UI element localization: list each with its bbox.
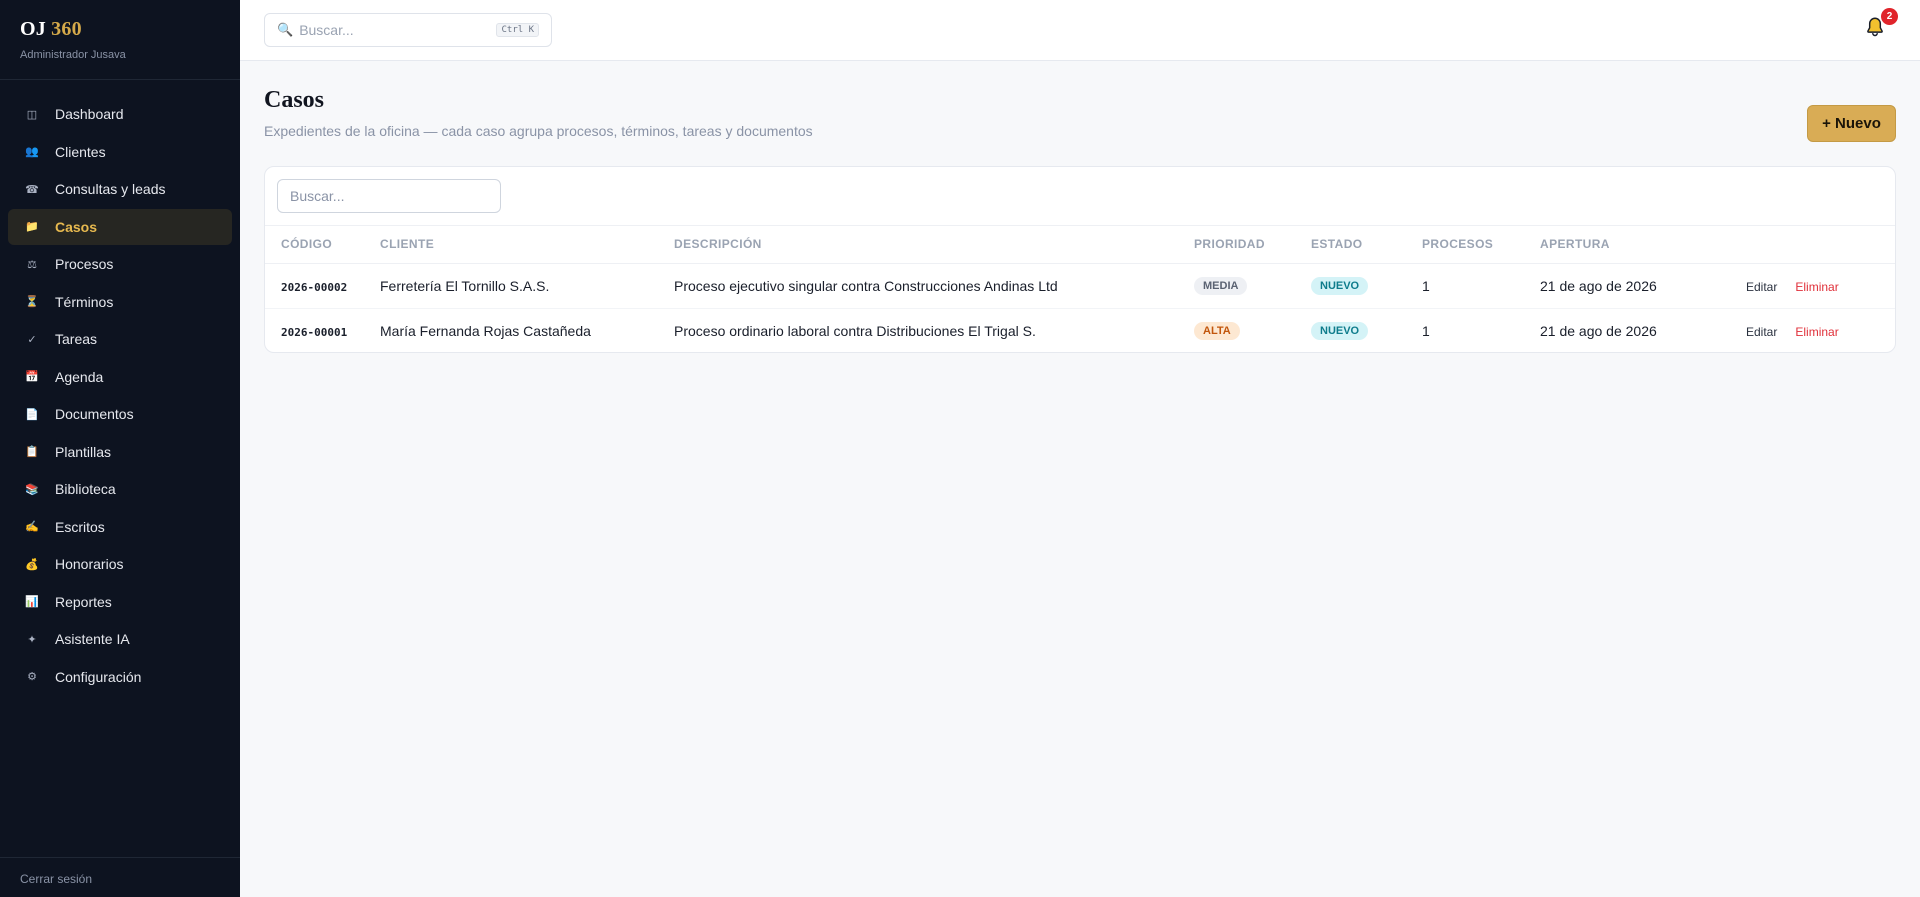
cases-table: CÓDIGO CLIENTE DESCRIPCIÓN PRIORIDAD EST… [265,226,1895,352]
table-header-row: CÓDIGO CLIENTE DESCRIPCIÓN PRIORIDAD EST… [265,226,1895,264]
global-search-input[interactable]: 🔍 Buscar... Ctrl K [264,13,552,47]
table-row[interactable]: 2026-00002 Ferretería El Tornillo S.A.S.… [265,263,1895,308]
dashboard-icon: ◫ [26,108,38,121]
sidebar-item-label: Términos [55,293,114,310]
sidebar-item-terminos[interactable]: ⏳ Términos [8,284,232,320]
case-client: María Fernanda Rojas Castañeda [380,307,674,352]
search-icon: 🔍 [277,22,294,37]
asistente-ia-icon: ✦ [27,633,37,646]
casos-icon: 📁 [25,221,39,233]
topbar: 🔍 Buscar... Ctrl K 2 [240,0,1920,61]
plantillas-icon: 📋 [25,446,39,458]
table-row[interactable]: 2026-00001 María Fernanda Rojas Castañed… [265,307,1895,352]
column-header-client[interactable]: CLIENTE [380,226,674,264]
column-header-status[interactable]: ESTADO [1311,226,1422,264]
page-title: Casos [264,87,325,113]
sidebar-item-plantillas[interactable]: 📋 Plantillas [8,434,232,470]
new-case-button[interactable]: + Nuevo [1807,105,1896,142]
sidebar: OJ 360 Administrador Jusava ◫ Dashboard 👥 C… [0,0,240,897]
case-opened-date: 21 de ago de 2026 [1540,307,1746,352]
sidebar-item-honorarios[interactable]: 💰 Honorarios [8,546,232,582]
sidebar-item-label: Consultas y leads [55,181,166,197]
consultas-icon: ☎ [25,183,39,196]
edit-button[interactable]: Editar [1746,325,1777,339]
sidebar-item-label: Procesos [55,256,114,272]
reportes-icon: 📊 [25,596,39,608]
delete-button[interactable]: Eliminar [1795,325,1838,339]
escritos-icon: ✍ [25,521,39,533]
terminos-icon: ⏳ [25,296,39,308]
sidebar-item-label: Plantillas [55,443,112,460]
status-badge: NUEVO [1311,277,1369,295]
sidebar-item-consultas[interactable]: ☎ Consultas y leads [8,171,232,207]
sidebar-item-label: Configuración [55,668,142,685]
sidebar-item-label: Biblioteca [55,481,116,497]
brand-name: OJ [20,18,46,40]
sidebar-item-dashboard[interactable]: ◫ Dashboard [8,96,232,132]
sidebar-item-casos[interactable]: 📁 Casos [8,208,232,245]
sidebar-item-configuracion[interactable]: ⚙ Configuración [8,659,232,695]
sidebar-item-clientes[interactable]: 👥 Clientes [8,134,232,170]
column-header-code[interactable]: CÓDIGO [265,226,380,264]
brand-number: 360 [51,18,82,40]
case-processes-count: 1 [1422,277,1430,294]
case-opened-date: 21 de ago de 2026 [1540,277,1657,294]
shortcut-hint: Ctrl K [496,23,539,37]
column-header-processes[interactable]: PROCESOS [1422,226,1540,264]
case-code[interactable]: 2026-00002 [281,281,347,294]
biblioteca-icon: 📚 [25,483,39,496]
sidebar-nav: ◫ Dashboard 👥 Clientes ☎ Consultas y leads 📁 Ca… [0,80,240,695]
column-header-actions [1746,226,1895,264]
notification-count-badge: 2 [1881,8,1898,25]
brand-subtitle: Administrador Jusava [20,49,126,61]
sidebar-item-label: Asistente IA [55,631,130,647]
sidebar-item-label: Dashboard [55,106,124,122]
column-header-priority[interactable]: PRIORIDAD [1194,226,1311,264]
honorarios-icon: 💰 [25,558,39,571]
priority-badge: ALTA [1194,322,1240,341]
priority-badge: MEDIA [1194,277,1248,295]
sidebar-item-procesos[interactable]: ⚖ Procesos [8,246,232,282]
sidebar-item-label: Honorarios [55,556,124,572]
brand: OJ 360 Administrador Jusava [0,0,240,80]
column-header-opened[interactable]: APERTURA [1540,226,1746,264]
case-description: Proceso ordinario laboral contra Distrib… [674,307,1194,352]
case-client: Ferretería El Tornillo S.A.S. [380,277,550,294]
delete-button[interactable]: Eliminar [1795,280,1838,294]
global-search-placeholder: Buscar... [299,22,354,38]
sidebar-item-label: Casos [55,218,98,235]
documentos-icon: 📄 [25,408,39,421]
brand-logo[interactable]: OJ 360 [20,18,220,41]
sidebar-item-agenda[interactable]: 📅 Agenda [8,359,232,395]
sidebar-item-label: Agenda [55,368,104,385]
column-header-description[interactable]: DESCRIPCIÓN [674,226,1194,264]
procesos-icon: ⚖ [27,258,37,271]
sidebar-item-biblioteca[interactable]: 📚 Biblioteca [8,471,232,507]
sidebar-item-label: Documentos [55,406,134,422]
edit-button[interactable]: Editar [1746,280,1777,294]
cases-filter-input[interactable]: Buscar... [277,179,501,213]
sidebar-item-asistente-ia[interactable]: ✦ Asistente IA [8,621,232,657]
sidebar-item-label: Reportes [55,593,112,610]
agenda-icon: 📅 [25,371,39,383]
case-description: Proceso ejecutivo singular contra Constr… [674,277,1058,294]
case-processes-count: 1 [1422,307,1540,352]
sidebar-item-label: Escritos [55,518,105,535]
sidebar-item-label: Clientes [55,143,106,160]
card-toolbar: Buscar... [265,167,1895,226]
status-badge: NUEVO [1311,322,1369,341]
logout-button[interactable]: Cerrar sesión [0,857,240,897]
sidebar-item-documentos[interactable]: 📄 Documentos [8,396,232,432]
sidebar-item-label: Tareas [55,331,98,347]
tareas-icon: ✓ [27,333,37,346]
sidebar-item-reportes[interactable]: 📊 Reportes [8,584,232,620]
cases-card: Buscar... CÓDIGO CLIENTE DESCRIPCIÓN PRI… [264,166,1896,353]
configuracion-icon: ⚙ [27,671,37,683]
notifications-button[interactable]: 2 [1864,8,1898,42]
case-code[interactable]: 2026-00001 [281,326,347,339]
page-subtitle: Expedientes de la oficina — cada caso ag… [264,123,813,139]
sidebar-item-tareas[interactable]: ✓ Tareas [8,321,232,357]
clientes-icon: 👥 [25,146,39,158]
sidebar-item-escritos[interactable]: ✍ Escritos [8,509,232,545]
